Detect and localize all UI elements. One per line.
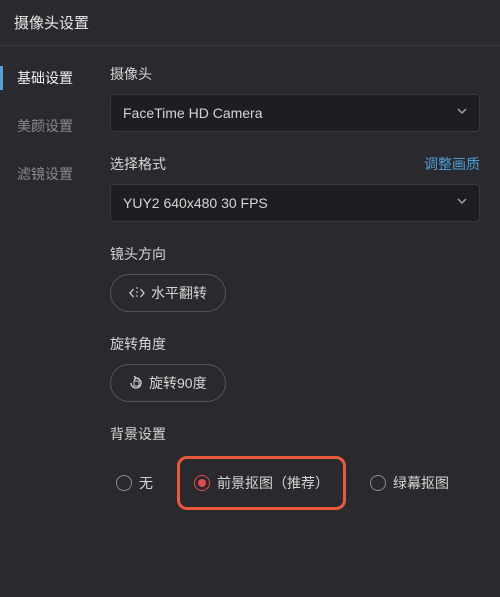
format-section: 选择格式 调整画质 YUY2 640x480 30 FPS (110, 154, 480, 222)
radio-label: 绿幕抠图 (393, 473, 449, 493)
camera-label: 摄像头 (110, 64, 480, 84)
chevron-down-icon (457, 198, 467, 208)
sidebar-item-label: 滤镜设置 (17, 166, 73, 182)
direction-label: 镜头方向 (110, 244, 480, 264)
format-value: YUY2 640x480 30 FPS (123, 195, 268, 211)
sidebar: 基础设置 美颜设置 滤镜设置 (0, 46, 90, 597)
rotate-button-label: 旋转90度 (149, 373, 207, 393)
background-option-foreground[interactable]: 前景抠图（推荐） (190, 465, 333, 501)
main-panel: 摄像头 FaceTime HD Camera 选择格式 调整画质 YUY2 64… (90, 46, 500, 597)
rotate-90-button[interactable]: 旋转90度 (110, 364, 226, 402)
sidebar-item-label: 基础设置 (17, 70, 73, 86)
radio-label: 前景抠图（推荐） (217, 473, 329, 493)
sidebar-item-filter[interactable]: 滤镜设置 (0, 150, 90, 198)
background-option-greenscreen[interactable]: 绿幕抠图 (364, 465, 455, 501)
flip-horizontal-button[interactable]: 水平翻转 (110, 274, 226, 312)
camera-section: 摄像头 FaceTime HD Camera (110, 64, 480, 132)
direction-section: 镜头方向 水平翻转 (110, 244, 480, 312)
window-title: 摄像头设置 (0, 0, 500, 46)
background-section: 背景设置 无 前景抠图（推荐） 绿幕抠图 (110, 424, 480, 510)
sidebar-item-beauty[interactable]: 美颜设置 (0, 102, 90, 150)
radio-icon (116, 475, 132, 491)
format-label: 选择格式 (110, 154, 166, 174)
format-dropdown[interactable]: YUY2 640x480 30 FPS (110, 184, 480, 222)
background-option-none[interactable]: 无 (110, 465, 159, 501)
radio-icon (194, 475, 210, 491)
background-radio-group: 无 前景抠图（推荐） 绿幕抠图 (110, 456, 480, 510)
flip-horizontal-icon (129, 287, 145, 299)
recommended-highlight: 前景抠图（推荐） (177, 456, 346, 510)
radio-icon (370, 475, 386, 491)
sidebar-item-basic[interactable]: 基础设置 (0, 54, 90, 102)
background-label: 背景设置 (110, 424, 480, 444)
camera-dropdown[interactable]: FaceTime HD Camera (110, 94, 480, 132)
rotate-icon (129, 376, 143, 390)
radio-label: 无 (139, 473, 153, 493)
flip-button-label: 水平翻转 (151, 283, 207, 303)
camera-value: FaceTime HD Camera (123, 105, 263, 121)
rotation-section: 旋转角度 旋转90度 (110, 334, 480, 402)
sidebar-item-label: 美颜设置 (17, 118, 73, 134)
rotation-label: 旋转角度 (110, 334, 480, 354)
adjust-quality-link[interactable]: 调整画质 (424, 154, 480, 174)
chevron-down-icon (457, 108, 467, 118)
